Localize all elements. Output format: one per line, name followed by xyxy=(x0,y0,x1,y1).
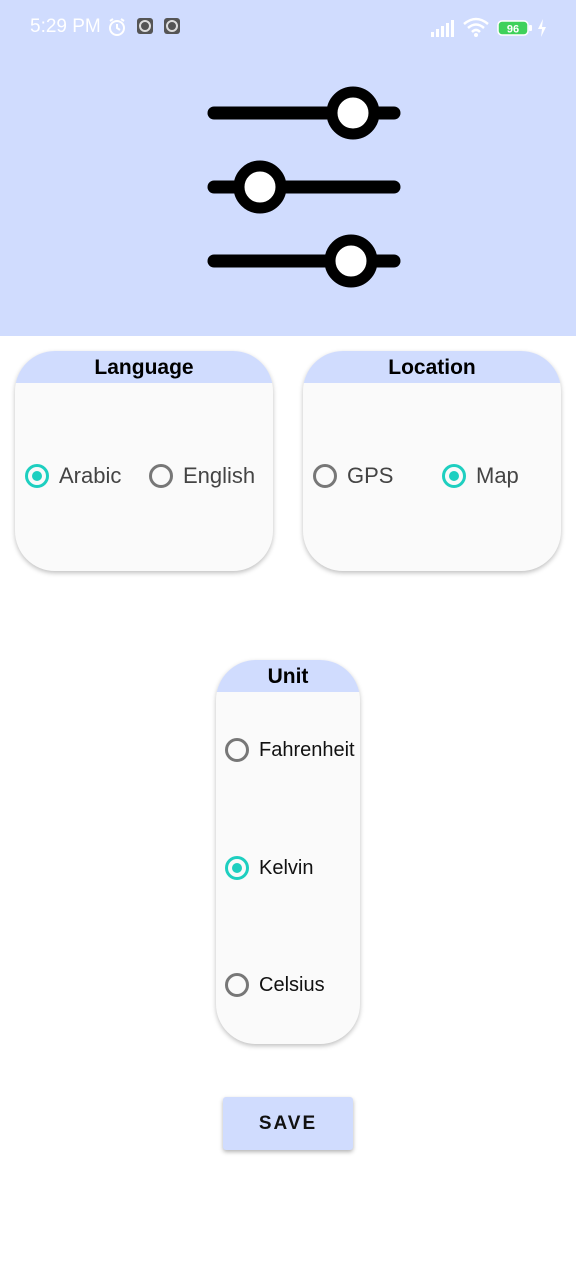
save-button[interactable]: SAVE xyxy=(223,1097,353,1150)
unit-card-title: Unit xyxy=(216,660,360,692)
radio-fahrenheit-label: Fahrenheit xyxy=(259,738,355,761)
charging-icon xyxy=(537,19,547,42)
radio-fahrenheit-indicator[interactable] xyxy=(225,738,249,762)
radio-gps-indicator[interactable] xyxy=(313,464,337,488)
status-bar: 5:29 PM 96 xyxy=(0,0,576,56)
radio-kelvin-label: Kelvin xyxy=(259,856,314,879)
location-card: Location GPS Map xyxy=(303,351,561,571)
signal-icon xyxy=(431,19,457,42)
wifi-icon xyxy=(463,17,489,42)
alarm-icon xyxy=(107,17,127,42)
radio-map-label: Map xyxy=(476,463,519,488)
radio-fahrenheit[interactable]: Fahrenheit xyxy=(225,738,355,762)
settings-sliders-icon xyxy=(200,80,410,305)
battery-level: 96 xyxy=(507,24,519,36)
radio-english-indicator[interactable] xyxy=(149,464,173,488)
radio-celsius-label: Celsius xyxy=(259,973,325,996)
radio-celsius-indicator[interactable] xyxy=(225,973,249,997)
radio-english-label: English xyxy=(183,463,256,488)
app-notification-icon xyxy=(163,17,181,40)
status-time: 5:29 PM xyxy=(30,16,101,37)
unit-card: Unit Fahrenheit Kelvin Celsius xyxy=(216,660,360,1044)
language-card: Language Arabic English xyxy=(15,351,273,571)
app-notification-icon xyxy=(136,17,154,40)
location-card-title: Location xyxy=(303,351,561,383)
radio-gps[interactable]: GPS xyxy=(313,463,393,489)
language-card-title: Language xyxy=(15,351,273,383)
radio-english[interactable]: English xyxy=(149,463,255,489)
radio-kelvin-indicator[interactable] xyxy=(225,856,249,880)
header-banner: 5:29 PM 96 xyxy=(0,0,576,336)
radio-arabic-label: Arabic xyxy=(59,463,122,488)
radio-map-indicator[interactable] xyxy=(442,464,466,488)
radio-map[interactable]: Map xyxy=(442,463,519,489)
radio-gps-label: GPS xyxy=(347,463,394,488)
radio-celsius[interactable]: Celsius xyxy=(225,973,325,997)
radio-arabic[interactable]: Arabic xyxy=(25,463,121,489)
radio-arabic-indicator[interactable] xyxy=(25,464,49,488)
battery-icon: 96 xyxy=(497,19,533,42)
radio-kelvin[interactable]: Kelvin xyxy=(225,856,313,880)
